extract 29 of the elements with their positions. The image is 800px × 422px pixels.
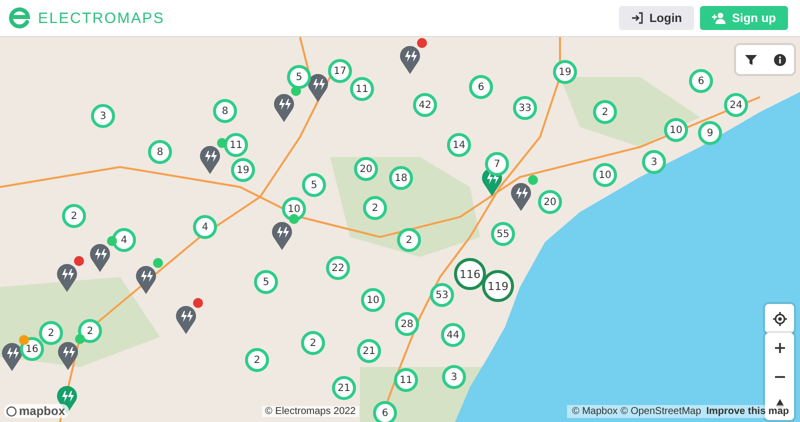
filter-icon	[744, 54, 756, 66]
charger-pin-icon[interactable]	[1, 341, 23, 371]
info-icon	[774, 54, 786, 66]
add-user-icon	[712, 12, 726, 24]
charger-pin-icon[interactable]	[56, 262, 78, 292]
minus-icon	[774, 376, 784, 378]
mapbox-logo-icon	[6, 406, 17, 416]
brand-name: ELECTROMAPS	[38, 10, 165, 26]
login-icon	[631, 12, 644, 24]
login-button[interactable]: Login	[619, 6, 694, 30]
charger-pin-icon[interactable]	[307, 72, 329, 102]
charger-pin-icon[interactable]	[57, 340, 79, 370]
map-drawing[interactable]	[0, 37, 800, 422]
locate-button[interactable]	[765, 304, 794, 333]
charger-pin-icon[interactable]	[399, 44, 421, 74]
mapbox-logo[interactable]: mapbox	[4, 404, 70, 418]
plus-icon	[774, 342, 784, 352]
charger-pin-icon[interactable]	[273, 92, 295, 122]
copyright-text: © Electromaps 2022	[262, 406, 359, 417]
charger-pin-icon[interactable]	[89, 242, 111, 272]
locate-icon	[772, 312, 786, 326]
attribution-text: © Mapbox © OpenStreetMap	[572, 406, 702, 417]
logo-icon	[8, 7, 30, 29]
charger-pin-icon[interactable]	[175, 304, 197, 334]
charger-pin-icon[interactable]	[199, 144, 221, 174]
charger-pin-icon[interactable]	[135, 264, 157, 294]
improve-map-link[interactable]: Improve this map	[706, 406, 789, 417]
charger-pin-icon[interactable]	[271, 220, 293, 250]
charger-pin-icon[interactable]	[510, 181, 532, 211]
